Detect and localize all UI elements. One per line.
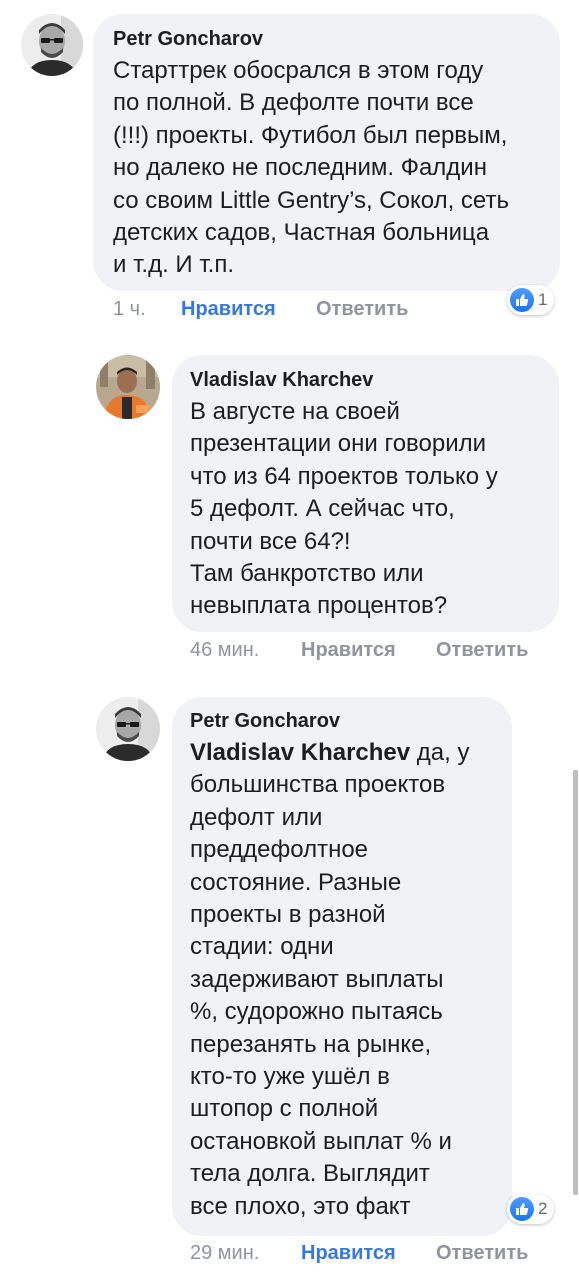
like-button[interactable]: Нравится [301, 639, 436, 662]
reaction-count: 1 [538, 290, 548, 309]
like-thumbs-up-icon [510, 288, 534, 312]
user-portrait-icon [96, 355, 160, 419]
scrollbar[interactable] [573, 770, 578, 1195]
comment-text: Vladislav Kharchev да, у большинства про… [190, 737, 496, 1223]
comment-author[interactable]: Petr Goncharov [190, 710, 496, 733]
comment-text-start: да, у [410, 739, 470, 766]
mention-link[interactable]: Vladislav Kharchev [190, 739, 410, 766]
comment-timestamp[interactable]: 29 мин. [190, 1242, 301, 1265]
avatar[interactable] [96, 697, 160, 761]
reply-button[interactable]: Ответить [436, 1242, 528, 1265]
user-portrait-icon [21, 14, 83, 76]
reaction-badge[interactable]: 1 [507, 285, 555, 315]
comment-timestamp[interactable]: 46 мин. [190, 639, 301, 662]
like-button[interactable]: Нравится [301, 1242, 436, 1265]
reaction-count: 2 [538, 1199, 548, 1218]
avatar[interactable] [96, 355, 160, 419]
reaction-badge[interactable]: 2 [507, 1194, 555, 1224]
comment-actions: 1 ч. Нравится Ответить [113, 296, 408, 322]
comment-timestamp[interactable]: 1 ч. [113, 298, 181, 321]
reply-button[interactable]: Ответить [436, 639, 528, 662]
comment-actions: 46 мин. Нравится Ответить [190, 637, 528, 663]
comment-text: В августе на своей презентации они говор… [190, 398, 498, 620]
comment-author[interactable]: Petr Goncharov [113, 28, 539, 51]
comment-author[interactable]: Vladislav Kharchev [190, 369, 539, 392]
avatar[interactable] [21, 14, 83, 76]
comment-bubble: Petr Goncharov Vladislav Kharchev да, у … [172, 697, 512, 1236]
user-portrait-icon [96, 697, 160, 761]
reply-button[interactable]: Ответить [316, 298, 408, 321]
comment-bubble: Petr Goncharov Старттрек обосрался в это… [93, 14, 560, 291]
comment-text-rest: большинства проектов дефолт или преддефо… [190, 771, 452, 1220]
comment-bubble: Vladislav Kharchev В августе на своей пр… [172, 355, 559, 632]
like-thumbs-up-icon [510, 1197, 534, 1221]
comment-text: Старттрек обосрался в этом году по полно… [113, 57, 509, 279]
like-button[interactable]: Нравится [181, 298, 316, 321]
comment-actions: 29 мин. Нравится Ответить [190, 1240, 528, 1266]
